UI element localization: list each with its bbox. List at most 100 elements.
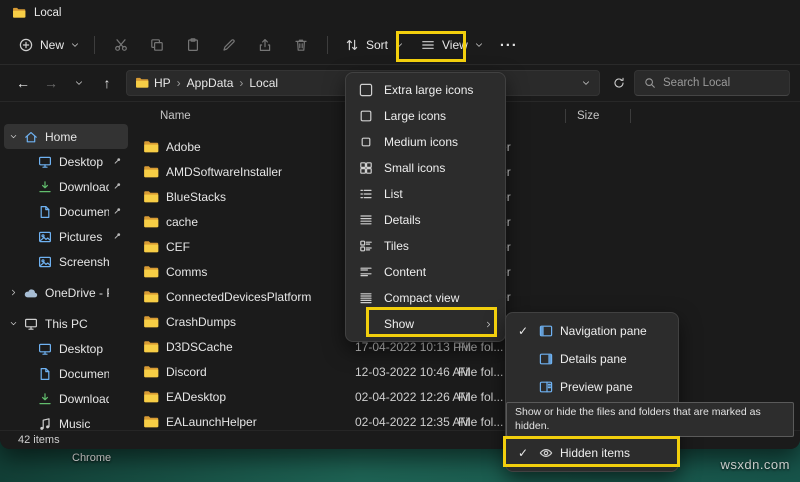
view-menu-item-details[interactable]: Details <box>350 207 501 233</box>
view-menu-item-list[interactable]: List <box>350 181 501 207</box>
pc-icon <box>23 316 39 332</box>
forward-button[interactable]: → <box>38 70 64 96</box>
expand-chevron-icon[interactable] <box>9 288 23 297</box>
paste-button[interactable] <box>175 30 211 60</box>
toolbar-separator <box>94 36 95 54</box>
menu-item-label: Show <box>384 317 414 331</box>
show-submenu-item-navigation-pane[interactable]: ✓ Navigation pane <box>510 317 674 345</box>
checkmark-icon: ✓ <box>518 324 532 338</box>
sidebar-item-screenshots[interactable]: Screenshots <box>4 249 128 274</box>
desktop-icon-label-chrome[interactable]: Chrome <box>72 452 111 464</box>
sidebar-item-onedrive-perso[interactable]: OneDrive - Perso... <box>4 280 128 305</box>
sidebar-item-desktop[interactable]: Desktop <box>4 336 128 361</box>
rename-button[interactable] <box>211 30 247 60</box>
menu-item-icon <box>358 160 374 176</box>
sidebar-item-label: Documents <box>59 205 109 219</box>
file-name: cache <box>166 215 198 229</box>
home-icon <box>23 129 39 145</box>
checkmark-icon: ✓ <box>518 446 532 460</box>
menu-item-label: Compact view <box>384 291 459 305</box>
sidebar-item-desktop[interactable]: Desktop <box>4 149 128 174</box>
view-button[interactable]: View <box>412 30 492 60</box>
view-menu-item-tiles[interactable]: Tiles <box>350 233 501 259</box>
show-submenu-item-hidden-items[interactable]: ✓ Hidden items <box>510 439 674 467</box>
sidebar-item-music[interactable]: Music <box>4 411 128 430</box>
menu-item-label: Preview pane <box>560 380 633 394</box>
cut-button[interactable] <box>103 30 139 60</box>
file-name: Adobe <box>166 140 201 154</box>
menu-item-label: Large icons <box>384 109 446 123</box>
copy-button[interactable] <box>139 30 175 60</box>
view-menu-item-compact-view[interactable]: Compact view <box>350 285 501 311</box>
tooltip: Show or hide the files and folders that … <box>506 402 794 437</box>
delete-button[interactable] <box>283 30 319 60</box>
sidebar-item-documents[interactable]: Documents <box>4 361 128 386</box>
watermark: wsxdn.com <box>720 457 790 472</box>
file-row-discord[interactable]: Discord 12-03-2022 10:46 AM File fol... <box>132 359 800 384</box>
monitor-icon <box>37 341 53 357</box>
file-name: CrashDumps <box>166 315 236 329</box>
window-title: Local <box>34 7 62 19</box>
breadcrumb-appdata[interactable]: AppData <box>184 76 237 90</box>
view-menu-item-small-icons[interactable]: Small icons <box>350 155 501 181</box>
search-input[interactable]: Search Local <box>634 70 790 96</box>
menu-item-label: Extra large icons <box>384 83 473 97</box>
view-menu-item-medium-icons[interactable]: Medium icons <box>350 129 501 155</box>
menu-item-icon <box>538 351 554 367</box>
menu-item-label: Details <box>384 213 421 227</box>
sidebar-item-this-pc[interactable]: This PC <box>4 311 128 336</box>
expand-chevron-icon[interactable] <box>9 132 23 141</box>
column-header-name[interactable]: Name <box>160 110 191 122</box>
sidebar-item-downloads[interactable]: Downloads <box>4 174 128 199</box>
refresh-button[interactable] <box>606 70 632 96</box>
address-dropdown-chevron-icon[interactable] <box>581 78 591 88</box>
up-button[interactable]: ↑ <box>94 70 120 96</box>
sidebar-item-home[interactable]: Home <box>4 124 128 149</box>
folder-icon <box>143 364 159 380</box>
view-menu-item-show[interactable]: Show <box>350 311 501 337</box>
pin-icon <box>109 206 123 217</box>
breadcrumb-hp[interactable]: HP <box>151 76 174 90</box>
paste-icon <box>185 37 201 53</box>
copy-icon <box>149 37 165 53</box>
more-options-button[interactable]: ··· <box>492 30 526 60</box>
view-menu-item-extra-large-icons[interactable]: Extra large icons <box>350 77 501 103</box>
breadcrumb-local[interactable]: Local <box>246 76 281 90</box>
expand-chevron-icon[interactable] <box>9 319 23 328</box>
view-menu-item-large-icons[interactable]: Large icons <box>350 103 501 129</box>
folder-icon <box>143 239 159 255</box>
column-divider[interactable] <box>565 109 566 123</box>
show-submenu-item-details-pane[interactable]: Details pane <box>510 345 674 373</box>
new-button[interactable]: New <box>10 30 86 60</box>
sidebar-item-documents[interactable]: Documents <box>4 199 128 224</box>
file-name: ConnectedDevicesPlatform <box>166 290 311 304</box>
sort-button[interactable]: Sort <box>336 30 412 60</box>
recent-locations-button[interactable] <box>66 70 92 96</box>
show-submenu-item-preview-pane[interactable]: Preview pane <box>510 373 674 401</box>
cloud-icon <box>23 285 39 301</box>
chevron-down-icon <box>394 40 404 50</box>
sort-button-label: Sort <box>366 38 388 52</box>
file-name: Comms <box>166 265 207 279</box>
sidebar-item-label: This PC <box>45 317 109 331</box>
back-button[interactable]: ← <box>10 70 36 96</box>
column-divider[interactable] <box>630 109 631 123</box>
chevron-down-icon <box>74 78 84 88</box>
sidebar-item-pictures[interactable]: Pictures <box>4 224 128 249</box>
breadcrumb: HP›AppData›Local <box>151 76 281 90</box>
breadcrumb-separator: › <box>236 76 246 90</box>
view-menu-item-content[interactable]: Content <box>350 259 501 285</box>
column-header-size[interactable]: Size <box>577 110 599 122</box>
folder-icon <box>143 314 159 330</box>
sidebar-item-downloads[interactable]: Downloads <box>4 386 128 411</box>
folder-icon <box>143 289 159 305</box>
menu-item-icon <box>358 238 374 254</box>
command-bar: New Sort <box>0 26 800 65</box>
share-button[interactable] <box>247 30 283 60</box>
document-icon <box>37 204 53 220</box>
pin-icon <box>109 231 123 242</box>
document-icon <box>37 366 53 382</box>
download-icon <box>37 391 53 407</box>
toolbar-separator <box>327 36 328 54</box>
folder-icon <box>143 214 159 230</box>
